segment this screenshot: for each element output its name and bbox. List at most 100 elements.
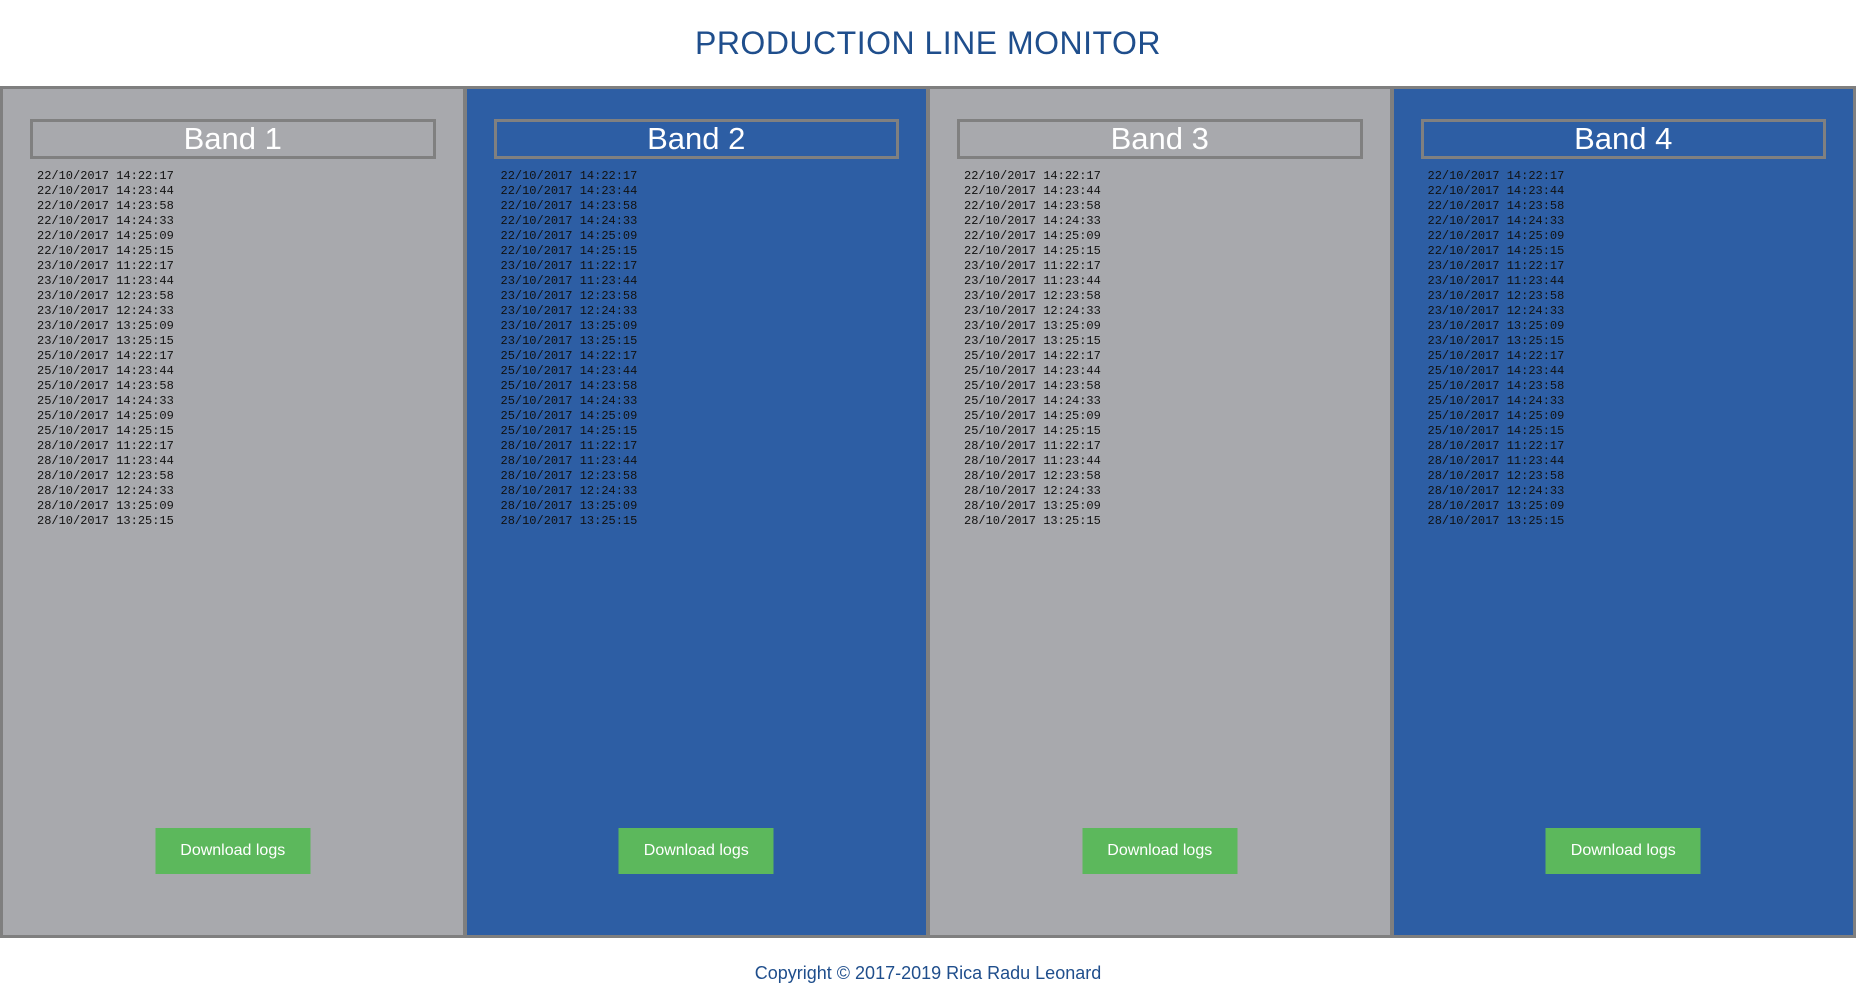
download-logs-button[interactable]: Download logs [1545,828,1701,874]
log-entry: 25/10/2017 14:24:33 [964,394,1101,408]
log-entry: 25/10/2017 14:25:09 [964,409,1101,423]
log-entry: 25/10/2017 14:23:58 [500,379,638,393]
log-entry: 28/10/2017 12:24:33 [37,484,174,498]
log-entry: 22/10/2017 14:22:17 [37,169,174,183]
log-entry: 28/10/2017 11:23:44 [37,454,174,468]
log-entry: 23/10/2017 11:23:44 [37,274,174,288]
log-list: 22/10/2017 14:22:17 22/10/2017 14:23:44 22… [37,169,174,529]
log-entry: 23/10/2017 13:25:15 [500,334,638,348]
log-entry: 22/10/2017 14:25:15 [500,244,638,258]
log-entry: 22/10/2017 14:23:58 [500,199,638,213]
download-logs-button[interactable]: Download logs [1082,828,1238,874]
log-entry: 22/10/2017 14:24:33 [964,214,1101,228]
log-entry: 28/10/2017 11:23:44 [1427,454,1565,468]
log-entry: 25/10/2017 14:25:09 [1427,409,1565,423]
log-entry: 22/10/2017 14:22:17 [1427,169,1565,183]
log-list: 22/10/2017 14:22:17 22/10/2017 14:23:44 22… [1428,169,1565,529]
log-entry: 22/10/2017 14:23:58 [964,199,1101,213]
log-entry: 25/10/2017 14:24:33 [37,394,174,408]
log-entry: 23/10/2017 12:24:33 [964,304,1101,318]
band-panel-2: Band 2 22/10/2017 14:22:17 22/10/2017 14:… [466,89,926,935]
bands-container: Band 1 22/10/2017 14:22:17 22/10/2017 14:… [0,86,1856,938]
log-entry: 28/10/2017 13:25:15 [964,514,1101,528]
log-entry: 23/10/2017 13:25:15 [1427,334,1565,348]
log-entry: 22/10/2017 14:23:58 [1427,199,1565,213]
page-header: PRODUCTION LINE MONITOR [0,0,1856,86]
page-title: PRODUCTION LINE MONITOR [694,24,1162,61]
log-entry: 28/10/2017 11:23:44 [500,454,638,468]
log-entry: 23/10/2017 11:22:17 [1427,259,1565,273]
log-entry: 22/10/2017 14:22:17 [964,169,1101,183]
log-entry: 22/10/2017 14:23:44 [500,184,638,198]
log-entry: 25/10/2017 14:25:15 [1427,424,1565,438]
band-panel-3: Band 3 22/10/2017 14:22:17 22/10/2017 14:… [930,89,1390,935]
band-title: Band 4 [1420,119,1826,159]
band-title: Band 3 [957,119,1363,159]
log-entry: 23/10/2017 13:25:09 [1427,319,1565,333]
log-entry: 28/10/2017 13:25:09 [37,499,174,513]
log-entry: 22/10/2017 14:25:09 [37,229,174,243]
log-entry: 25/10/2017 14:22:17 [37,349,174,363]
log-entry: 25/10/2017 14:23:44 [500,364,638,378]
log-entry: 23/10/2017 12:24:33 [37,304,174,318]
log-entry: 22/10/2017 14:22:17 [500,169,638,183]
log-entry: 25/10/2017 14:25:15 [500,424,638,438]
log-entry: 28/10/2017 11:22:17 [37,439,174,453]
download-logs-button[interactable]: Download logs [618,828,774,874]
log-entry: 25/10/2017 14:24:33 [1427,394,1565,408]
log-entry: 23/10/2017 11:22:17 [964,259,1101,273]
copyright-text: Copyright © 2017-2019 Rica Radu Leonard [754,962,1102,983]
log-entry: 23/10/2017 12:23:58 [1427,289,1565,303]
log-entry: 23/10/2017 11:23:44 [500,274,638,288]
log-entry: 28/10/2017 13:25:15 [37,514,174,528]
log-entry: 28/10/2017 12:24:33 [500,484,638,498]
log-entry: 23/10/2017 11:23:44 [1427,274,1565,288]
log-entry: 22/10/2017 14:25:15 [1427,244,1565,258]
log-entry: 25/10/2017 14:25:09 [37,409,174,423]
log-entry: 25/10/2017 14:23:58 [964,379,1101,393]
band-panel-1: Band 1 22/10/2017 14:22:17 22/10/2017 14:… [3,89,463,935]
log-entry: 23/10/2017 12:24:33 [1427,304,1565,318]
log-entry: 22/10/2017 14:23:44 [37,184,174,198]
log-entry: 25/10/2017 14:22:17 [1427,349,1565,363]
log-entry: 22/10/2017 14:23:58 [37,199,174,213]
log-entry: 25/10/2017 14:23:44 [964,364,1101,378]
log-entry: 22/10/2017 14:23:44 [1427,184,1565,198]
log-entry: 28/10/2017 12:23:58 [1427,469,1565,483]
log-entry: 28/10/2017 12:24:33 [1427,484,1565,498]
log-entry: 22/10/2017 14:25:09 [964,229,1101,243]
log-entry: 25/10/2017 14:22:17 [500,349,638,363]
log-entry: 22/10/2017 14:25:15 [964,244,1101,258]
log-entry: 28/10/2017 13:25:15 [1427,514,1565,528]
log-entry: 23/10/2017 11:23:44 [964,274,1101,288]
log-entry: 23/10/2017 13:25:15 [964,334,1101,348]
log-entry: 22/10/2017 14:25:09 [500,229,638,243]
log-entry: 28/10/2017 13:25:09 [500,499,638,513]
log-entry: 25/10/2017 14:22:17 [964,349,1101,363]
log-entry: 28/10/2017 11:23:44 [964,454,1101,468]
log-entry: 23/10/2017 13:25:09 [964,319,1101,333]
log-entry: 28/10/2017 12:23:58 [500,469,638,483]
log-entry: 22/10/2017 14:25:15 [37,244,174,258]
log-entry: 22/10/2017 14:24:33 [500,214,638,228]
log-entry: 28/10/2017 13:25:09 [1427,499,1565,513]
log-entry: 25/10/2017 14:23:58 [1427,379,1565,393]
footer: Copyright © 2017-2019 Rica Radu Leonard [0,938,1856,1008]
log-entry: 25/10/2017 14:23:58 [37,379,174,393]
log-entry: 28/10/2017 11:22:17 [1427,439,1565,453]
log-entry: 25/10/2017 14:23:44 [37,364,174,378]
band-title: Band 1 [30,119,436,159]
log-entry: 23/10/2017 13:25:09 [37,319,174,333]
log-entry: 23/10/2017 12:23:58 [37,289,174,303]
log-list: 22/10/2017 14:22:17 22/10/2017 14:23:44 22… [501,169,638,529]
band-panel-4: Band 4 22/10/2017 14:22:17 22/10/2017 14:… [1393,89,1853,935]
log-entry: 25/10/2017 14:23:44 [1427,364,1565,378]
log-entry: 23/10/2017 13:25:09 [500,319,638,333]
log-entry: 23/10/2017 12:23:58 [964,289,1101,303]
download-logs-button[interactable]: Download logs [155,828,311,874]
log-entry: 23/10/2017 11:22:17 [500,259,638,273]
log-list: 22/10/2017 14:22:17 22/10/2017 14:23:44 22… [964,169,1101,529]
log-entry: 28/10/2017 11:22:17 [964,439,1101,453]
log-entry: 25/10/2017 14:24:33 [500,394,638,408]
log-entry: 22/10/2017 14:24:33 [37,214,174,228]
